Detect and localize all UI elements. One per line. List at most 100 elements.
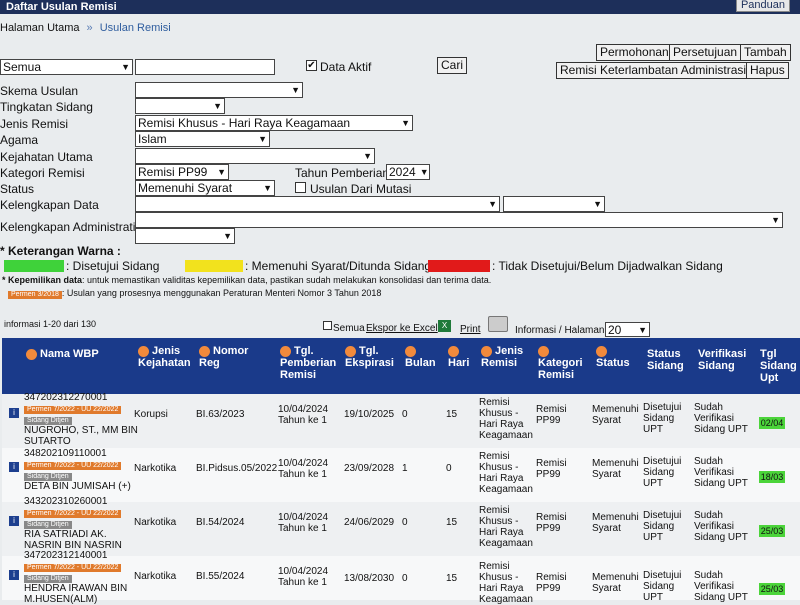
row-status: Memenuhi Syarat bbox=[592, 458, 639, 480]
row-bulan: 0 bbox=[402, 573, 408, 584]
col-nomor-reg[interactable]: Nomor Reg bbox=[199, 345, 259, 369]
table-row[interactable]: i 343202310260001 Permen 7/2022 - UU 22/… bbox=[2, 496, 800, 557]
window-titlebar: Daftar Usulan Remisi Panduan bbox=[0, 0, 800, 14]
kelengkapan-data-select[interactable]: ▼ bbox=[135, 196, 500, 212]
row-jenis: Remisi Khusus - Hari Raya Keagamaan bbox=[479, 397, 533, 441]
kategori-remisi-select[interactable]: Remisi PP99 ▼ bbox=[135, 164, 229, 180]
kejahatan-utama-select[interactable]: ▼ bbox=[135, 148, 375, 164]
permen-badge: Permen 7/2022 - UU 22/2022 bbox=[24, 564, 122, 572]
tambah-button[interactable]: Tambah bbox=[740, 44, 791, 61]
legend-red-label: : Tidak Disetujui/Belum Dijadwalkan Sida… bbox=[492, 259, 723, 273]
sort-icon bbox=[448, 345, 459, 357]
breadcrumb-home[interactable]: Halaman Utama bbox=[0, 22, 79, 34]
info-icon[interactable]: i bbox=[9, 408, 19, 418]
row-reg: BI.54/2024 bbox=[196, 517, 245, 528]
legend-green-label: : Disetujui Sidang bbox=[66, 259, 160, 273]
print-link[interactable]: Print bbox=[460, 324, 481, 335]
row-hari: 15 bbox=[446, 573, 458, 584]
row-tgl-sidang: 25/03 bbox=[759, 583, 785, 595]
col-hari[interactable]: Hari bbox=[448, 345, 478, 369]
row-id: 347202312270001 bbox=[24, 392, 108, 403]
permen-badge: Permen 3/2018 bbox=[8, 291, 62, 299]
help-button[interactable]: Panduan bbox=[735, 0, 790, 12]
col-jenis-remisi[interactable]: Jenis Remisi bbox=[481, 345, 531, 369]
persetujuan-button[interactable]: Persetujuan bbox=[669, 44, 742, 61]
row-kategori: Remisi PP99 bbox=[536, 512, 567, 534]
col-bulan[interactable]: Bulan bbox=[405, 345, 441, 369]
hapus-button[interactable]: Hapus bbox=[746, 62, 789, 79]
info-icon[interactable]: i bbox=[9, 462, 19, 472]
table-row[interactable]: i 348202109110001 Permen 7/2022 - UU 22/… bbox=[2, 448, 800, 503]
row-status-sidang: Disetujui Sidang UPT bbox=[643, 456, 682, 489]
permohonan-button[interactable]: Permohonan bbox=[596, 44, 673, 61]
tingkatan-sidang-select[interactable]: ▼ bbox=[135, 98, 225, 114]
jenis-remisi-select[interactable]: Remisi Khusus - Hari Raya Keagamaan ▼ bbox=[135, 115, 413, 131]
table-row[interactable]: i 347202312270001 Permen 7/2022 - UU 22/… bbox=[2, 392, 800, 449]
sidang-badge: Sidang Ditjen bbox=[24, 417, 72, 425]
kelengkapan-administratif-select[interactable]: ▼ bbox=[135, 212, 783, 228]
kelengkapan-data-sub-select[interactable]: ▼ bbox=[503, 196, 605, 212]
row-name[interactable]: HENDRA IRAWAN BIN M.HUSEN(ALM) bbox=[24, 583, 144, 605]
agama-select[interactable]: Islam ▼ bbox=[135, 131, 270, 147]
row-kategori: Remisi PP99 bbox=[536, 572, 567, 594]
col-tgl-sidang-upt[interactable]: Tgl Sidang Upt bbox=[760, 348, 800, 384]
cari-button[interactable]: Cari bbox=[437, 57, 468, 74]
col-status[interactable]: Status bbox=[596, 345, 636, 369]
legend-yellow-label: : Memenuhi Syarat/Ditunda Sidang bbox=[245, 259, 432, 273]
row-kejahatan: Narkotika bbox=[134, 571, 177, 582]
row-kejahatan: Narkotika bbox=[134, 463, 177, 474]
breadcrumb-current[interactable]: Usulan Remisi bbox=[100, 22, 171, 34]
row-status: Memenuhi Syarat bbox=[592, 512, 639, 534]
row-verifikasi: Sudah Verifikasi Sidang UPT bbox=[694, 402, 748, 435]
col-kategori-remisi[interactable]: Kategori Remisi bbox=[538, 345, 590, 381]
row-bulan: 1 bbox=[402, 463, 408, 474]
skema-usulan-select[interactable]: ▼ bbox=[135, 82, 303, 98]
per-page-select[interactable]: 20 ▼ bbox=[605, 322, 650, 337]
row-id: 343202310260001 bbox=[24, 496, 108, 507]
row-status: Memenuhi Syarat bbox=[592, 404, 639, 426]
table-row[interactable]: i 347202312140001 Permen 7/2022 - UU 22/… bbox=[2, 550, 800, 605]
search-input[interactable] bbox=[135, 59, 275, 75]
ekspor-excel-link[interactable]: Ekspor ke Excel bbox=[366, 323, 438, 334]
kelengkapan-administratif-sub-select[interactable]: ▼ bbox=[135, 228, 235, 244]
remisi-keterlambatan-button[interactable]: Remisi Keterlambatan Administrasi bbox=[556, 62, 751, 79]
col-tgl-ekspirasi[interactable]: Tgl. Ekspirasi bbox=[345, 345, 395, 369]
row-tgl-sidang: 02/04 bbox=[759, 417, 785, 429]
col-verifikasi-sidang[interactable]: Verifikasi Sidang bbox=[698, 348, 754, 372]
col-jenis-kejahatan[interactable]: Jenis Kejahatan bbox=[138, 345, 191, 369]
kejahatan-utama-label: Kejahatan Utama bbox=[0, 150, 93, 164]
col-status-sidang[interactable]: Status Sidang bbox=[647, 348, 695, 372]
sort-icon bbox=[405, 345, 416, 357]
excel-icon[interactable]: X bbox=[438, 320, 451, 332]
row-tgl-ekspirasi: 24/06/2029 bbox=[344, 517, 395, 528]
chevron-down-icon: ▼ bbox=[121, 62, 130, 72]
kelengkapan-administratif-label: Kelengkapan Administratif bbox=[0, 220, 139, 234]
status-select[interactable]: Memenuhi Syarat ▼ bbox=[135, 180, 275, 196]
filter-select[interactable]: Semua ▼ bbox=[0, 59, 133, 75]
row-hari: 15 bbox=[446, 409, 458, 420]
data-aktif-checkbox[interactable]: ✔ bbox=[306, 60, 317, 71]
info-icon[interactable]: i bbox=[9, 516, 19, 526]
usulan-mutasi-checkbox[interactable] bbox=[295, 182, 306, 193]
row-reg: BI.Pidsus.05/2022 bbox=[196, 463, 278, 474]
row-tgl-sidang: 25/03 bbox=[759, 525, 785, 537]
row-tgl-sidang: 18/03 bbox=[759, 471, 785, 483]
row-tgl-ekspirasi: 13/08/2030 bbox=[344, 573, 395, 584]
tahun-pemberian-label: Tahun Pemberian bbox=[295, 166, 390, 180]
col-tgl-pemberian[interactable]: Tgl. Pemberian Remisi bbox=[280, 345, 342, 381]
kelengkapan-data-label: Kelengkapan Data bbox=[0, 198, 99, 212]
row-name[interactable]: RIA SATRIADI AK. NASRIN BIN NASRIN bbox=[24, 529, 144, 551]
col-nama-wbp[interactable]: Nama WBP bbox=[26, 348, 99, 360]
printer-icon[interactable] bbox=[488, 316, 508, 332]
status-label: Status bbox=[0, 182, 35, 196]
row-tgl-pemberian: 10/04/2024 Tahun ke 1 bbox=[278, 404, 329, 426]
sort-icon bbox=[26, 348, 37, 360]
row-name[interactable]: DETA BIN JUMISAH (+) bbox=[24, 481, 144, 492]
row-jenis: Remisi Khusus - Hari Raya Keagamaan bbox=[479, 451, 533, 495]
semua-checkbox[interactable] bbox=[323, 321, 332, 330]
info-icon[interactable]: i bbox=[9, 570, 19, 580]
tahun-pemberian-select[interactable]: 2024 ▼ bbox=[386, 164, 430, 180]
sort-icon bbox=[481, 345, 492, 357]
row-status: Memenuhi Syarat bbox=[592, 572, 639, 594]
row-name[interactable]: NUGROHO, ST., MM BIN SUTARTO bbox=[24, 425, 144, 447]
